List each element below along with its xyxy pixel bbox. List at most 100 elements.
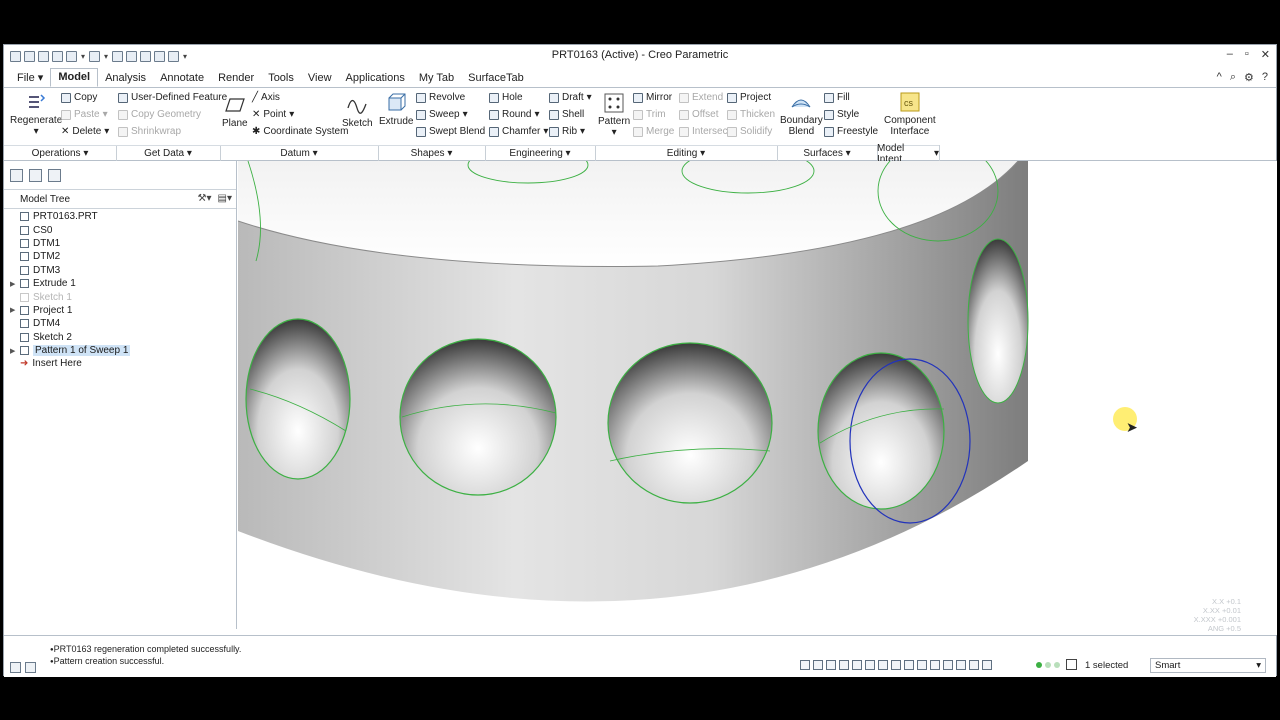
tab-applications[interactable]: Applications <box>339 70 412 87</box>
display-style-icon[interactable] <box>852 660 862 670</box>
tree-settings-icon[interactable]: ⚒▾ <box>198 193 212 204</box>
group-model-intent[interactable]: Model Intent ▾ <box>877 143 939 165</box>
tree-node-part[interactable]: PRT0163.PRT <box>10 210 130 223</box>
group-datum[interactable]: Datum ▾ <box>220 145 378 161</box>
boundary-blend-button[interactable]: Boundary Blend <box>780 91 823 137</box>
fill-button[interactable]: Fill <box>824 92 850 103</box>
show-icon[interactable]: ▤▾ <box>218 193 232 204</box>
fit-icon[interactable] <box>140 50 151 62</box>
refit-icon[interactable] <box>800 660 810 670</box>
parameters-icon[interactable] <box>168 50 179 62</box>
maximize-icon[interactable]: ▫ <box>1245 48 1249 61</box>
close-icon[interactable]: ✕ <box>1261 48 1270 61</box>
tree-node-project-1[interactable]: ▶ Project 1 <box>10 304 130 317</box>
plane-button[interactable]: Plane <box>222 94 248 129</box>
style-button[interactable]: Style <box>824 109 859 120</box>
group-get-data[interactable]: Get Data ▾ <box>116 145 220 161</box>
tab-render[interactable]: Render <box>211 70 261 87</box>
csys-display-icon[interactable] <box>969 660 979 670</box>
tab-annotate[interactable]: Annotate <box>153 70 211 87</box>
minimize-icon[interactable]: – <box>1227 48 1233 61</box>
sketch-button[interactable]: Sketch <box>342 94 373 129</box>
chamfer-button[interactable]: Chamfer ▾ <box>489 126 548 137</box>
folder-browser-tab-icon[interactable] <box>29 169 42 182</box>
plane-display-icon[interactable] <box>930 660 940 670</box>
point-display-icon[interactable] <box>956 660 966 670</box>
tree-node-dtm3[interactable]: DTM3 <box>10 264 130 277</box>
group-engineering[interactable]: Engineering ▾ <box>485 145 595 161</box>
zoom-out-icon[interactable] <box>826 660 836 670</box>
tab-surfacetab[interactable]: SurfaceTab <box>461 70 531 87</box>
zoom-in-icon[interactable] <box>813 660 823 670</box>
tab-tools[interactable]: Tools <box>261 70 301 87</box>
coordinate-system-button[interactable]: ✱ Coordinate System <box>252 126 348 137</box>
selection-filter-dropdown[interactable]: Smart ▾ <box>1150 658 1266 673</box>
navigator-toggle-icon[interactable] <box>10 662 21 673</box>
tab-view[interactable]: View <box>301 70 339 87</box>
tree-node-dtm1[interactable]: DTM1 <box>10 237 130 250</box>
swept-blend-button[interactable]: Swept Blend <box>416 126 485 137</box>
windows-icon[interactable] <box>112 50 123 62</box>
expand-icon[interactable]: ▶ <box>10 347 20 355</box>
close-window-icon[interactable] <box>126 50 137 62</box>
solidify-button[interactable]: Solidify <box>727 126 772 137</box>
expand-icon[interactable]: ▶ <box>10 306 20 314</box>
save-icon[interactable] <box>38 50 49 62</box>
open-icon[interactable] <box>24 50 35 62</box>
copy-geometry-button[interactable]: Copy Geometry <box>118 109 201 120</box>
search-icon[interactable]: ⌕ <box>1230 71 1236 84</box>
extend-button[interactable]: Extend <box>679 92 723 103</box>
tab-model[interactable]: Model <box>50 68 99 87</box>
spin-center-icon[interactable] <box>982 660 992 670</box>
tree-node-extrude-1[interactable]: ▶ Extrude 1 <box>10 277 130 290</box>
draft-button[interactable]: Draft ▾ <box>549 92 592 103</box>
group-shapes[interactable]: Shapes ▾ <box>378 145 485 161</box>
component-interface-button[interactable]: cs Component Interface <box>884 91 936 137</box>
settings-icon[interactable]: ⚙ <box>1244 71 1254 84</box>
axis-button[interactable]: ╱ Axis <box>252 92 280 103</box>
rib-button[interactable]: Rib ▾ <box>549 126 585 137</box>
undo-icon[interactable] <box>66 50 77 62</box>
expand-icon[interactable]: ▶ <box>10 280 20 288</box>
user-defined-feature-button[interactable]: User-Defined Feature <box>118 92 227 103</box>
tab-analysis[interactable]: Analysis <box>98 70 153 87</box>
tree-node-dtm2[interactable]: DTM2 <box>10 250 130 263</box>
tab-file[interactable]: File ▾ <box>10 69 50 87</box>
tree-node-pattern-1[interactable]: ▶ Pattern 1 of Sweep 1 <box>10 344 131 357</box>
merge-button[interactable]: Merge <box>633 126 674 137</box>
pattern-button[interactable]: Pattern ▾ <box>598 92 630 138</box>
trim-button[interactable]: Trim <box>633 109 666 120</box>
chevron-down-icon[interactable]: ▾ <box>80 52 86 61</box>
mirror-button[interactable]: Mirror <box>633 92 672 103</box>
regenerate-button[interactable]: Regenerate ▾ <box>10 91 62 137</box>
axis-display-icon[interactable] <box>943 660 953 670</box>
intersect-button[interactable]: Intersect <box>679 126 730 137</box>
tab-my-tab[interactable]: My Tab <box>412 70 461 87</box>
project-button[interactable]: Project <box>727 92 771 103</box>
favorites-tab-icon[interactable] <box>48 169 61 182</box>
point-button[interactable]: ✕ Point ▾ <box>252 109 294 120</box>
hole-button[interactable]: Hole <box>489 92 523 103</box>
minimize-ribbon-icon[interactable]: ^ <box>1217 71 1222 84</box>
group-editing[interactable]: Editing ▾ <box>595 145 777 161</box>
extrude-button[interactable]: Extrude <box>379 92 413 127</box>
chevron-down-icon[interactable]: ▾ <box>103 52 109 61</box>
graphics-area[interactable]: ➤ X.X +0.1 X.XX +0.01 X.XXX +0.001 ANG +… <box>238 161 1277 635</box>
model-tree-tab-icon[interactable] <box>10 169 23 182</box>
repaint-icon[interactable] <box>839 660 849 670</box>
shell-button[interactable]: Shell <box>549 109 584 120</box>
new-icon[interactable] <box>10 50 21 62</box>
datum-display-icon[interactable] <box>904 660 914 670</box>
freestyle-button[interactable]: Freestyle <box>824 126 878 137</box>
thicken-button[interactable]: Thicken <box>727 109 775 120</box>
help-icon[interactable]: ? <box>1262 71 1268 84</box>
view-manager-icon[interactable] <box>878 660 888 670</box>
paste-button[interactable]: Paste ▾ <box>61 109 108 120</box>
delete-button[interactable]: ✕ Delete ▾ <box>61 126 109 137</box>
round-button[interactable]: Round ▾ <box>489 109 540 120</box>
sweep-button[interactable]: Sweep ▾ <box>416 109 468 120</box>
tree-node-dtm4[interactable]: DTM4 <box>10 317 130 330</box>
browser-toggle-icon[interactable] <box>25 662 36 673</box>
revolve-button[interactable]: Revolve <box>416 92 465 103</box>
copy-button[interactable]: Copy <box>61 92 97 103</box>
